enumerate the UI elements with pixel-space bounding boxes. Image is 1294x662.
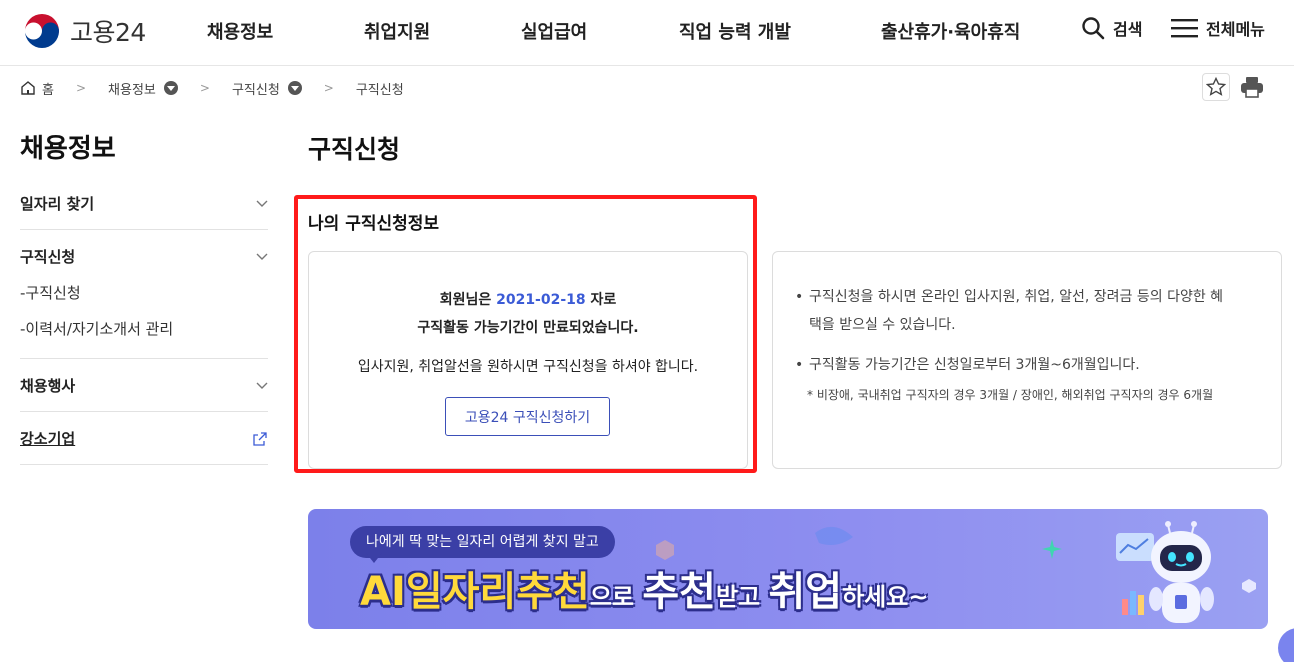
sidebar-item-small-giant-companies[interactable]: 강소기업: [20, 428, 268, 449]
breadcrumb-home[interactable]: 홈: [42, 79, 54, 98]
guide-bullet: • 구직활동 가능기간은 신청일로부터 3개월~6개월입니다.: [795, 357, 1140, 373]
sidebar-item-label: 구직신청: [20, 248, 76, 266]
nav-job-info[interactable]: 채용정보: [207, 18, 273, 44]
sidebar-item-label: 일자리 찾기: [20, 195, 95, 213]
logo[interactable]: 고용24: [22, 11, 146, 51]
breadcrumb-level1[interactable]: 채용정보: [108, 79, 156, 98]
hamburger-menu-icon: [1171, 19, 1198, 38]
headline-part: 받고: [715, 583, 769, 611]
sidebar-item-label: 채용행사: [20, 377, 76, 395]
guide-bullet: • 구직신청을 하시면 온라인 입사지원, 취업, 알선, 장려금 등의 다양한 …: [795, 289, 1224, 333]
printer-icon: [1241, 77, 1263, 98]
sidebar-item-job-events[interactable]: 채용행사: [20, 375, 268, 396]
scroll-top-button[interactable]: [1278, 628, 1294, 662]
divider: [20, 358, 268, 359]
external-link-icon: [253, 431, 267, 446]
home-icon: [21, 81, 35, 95]
guide-text: 택을 받으실 수 있습니다.: [809, 317, 956, 333]
chevron-right-icon: >: [323, 81, 334, 95]
all-menu-label: 전체메뉴: [1206, 20, 1265, 39]
banner-headline: AI일자리추천으로 추천받고 취업하세요~: [360, 559, 928, 617]
divider: [20, 229, 268, 230]
breadcrumb-current: 구직신청: [355, 82, 404, 98]
search-button[interactable]: 검색: [1081, 16, 1142, 40]
banner-bubble: 나에게 딱 맞는 일자리 어렵게 찾지 말고: [350, 526, 615, 558]
search-icon: [1082, 17, 1105, 40]
page-title: 구직신청: [308, 135, 401, 164]
sparkle-icon: [1042, 539, 1062, 559]
star-icon: [1206, 77, 1226, 96]
sidebar-item-job-search[interactable]: 일자리 찾기: [20, 193, 268, 214]
all-menu-button[interactable]: 전체메뉴: [1171, 16, 1265, 40]
breadcrumb-level2[interactable]: 구직신청: [232, 79, 280, 98]
decorative-ribbon-icon: [815, 526, 853, 545]
chevron-down-icon: [256, 253, 268, 260]
divider: [20, 411, 268, 412]
guide-note: * 비장애, 국내취업 구직자의 경우 3개월 / 장애인, 해외취업 구직자의…: [807, 388, 1214, 402]
decorative-gem-icon: [656, 540, 674, 560]
guide-text: 구직신청을 하시면 온라인 입사지원, 취업, 알선, 장려금 등의 다양한 혜: [809, 289, 1224, 305]
chevron-down-icon: [256, 200, 268, 207]
sidebar-subitem-job-application[interactable]: -구직신청: [20, 282, 81, 303]
government-emblem-icon: [23, 12, 61, 50]
guide-text: 구직활동 가능기간은 신청일로부터 3개월~6개월입니다.: [809, 357, 1140, 373]
ai-robot-mascot-icon: [1116, 521, 1214, 623]
chevron-down-icon: [256, 382, 268, 389]
chevron-right-icon: >: [199, 81, 210, 95]
breadcrumb: 홈 > 채용정보 > 구직신청 > 구직신청: [20, 78, 404, 98]
chevron-right-icon: >: [75, 81, 87, 95]
sidebar-subitem-resume[interactable]: -이력서/자기소개서 관리: [20, 318, 173, 339]
decorative-gem-icon: [1242, 579, 1256, 593]
nav-unemployment-benefit[interactable]: 실업급여: [521, 18, 587, 44]
site-header: 고용24 채용정보 취업지원 실업급여 직업 능력 개발 출산휴가·육아휴직 검…: [0, 0, 1294, 66]
sidebar-title: 채용정보: [20, 134, 116, 164]
dropdown-toggle-icon[interactable]: [163, 81, 178, 95]
sidebar-item-label: 강소기업: [20, 430, 76, 448]
ai-recommend-banner[interactable]: 나에게 딱 맞는 일자리 어렵게 찾지 말고 AI일자리추천으로 추천받고 취업…: [308, 509, 1268, 629]
favorite-button[interactable]: [1202, 73, 1230, 101]
dropdown-toggle-icon[interactable]: [287, 81, 302, 95]
headline-part: 으로: [589, 583, 643, 611]
divider: [20, 464, 268, 465]
search-label: 검색: [1113, 20, 1143, 39]
headline-part: 추천: [642, 569, 716, 615]
headline-part: AI일자리추천: [360, 569, 590, 615]
highlight-frame: [294, 195, 757, 473]
nav-vocational-training[interactable]: 직업 능력 개발: [679, 18, 791, 44]
nav-maternity-leave[interactable]: 출산휴가·육아휴직: [881, 18, 1020, 44]
print-button[interactable]: [1238, 73, 1266, 101]
sidebar-item-job-application[interactable]: 구직신청: [20, 246, 268, 267]
logo-text: 고용24: [70, 18, 146, 47]
nav-employment-support[interactable]: 취업지원: [364, 18, 430, 44]
headline-part: 취업: [768, 569, 843, 615]
headline-part: 하세요~: [842, 583, 929, 611]
